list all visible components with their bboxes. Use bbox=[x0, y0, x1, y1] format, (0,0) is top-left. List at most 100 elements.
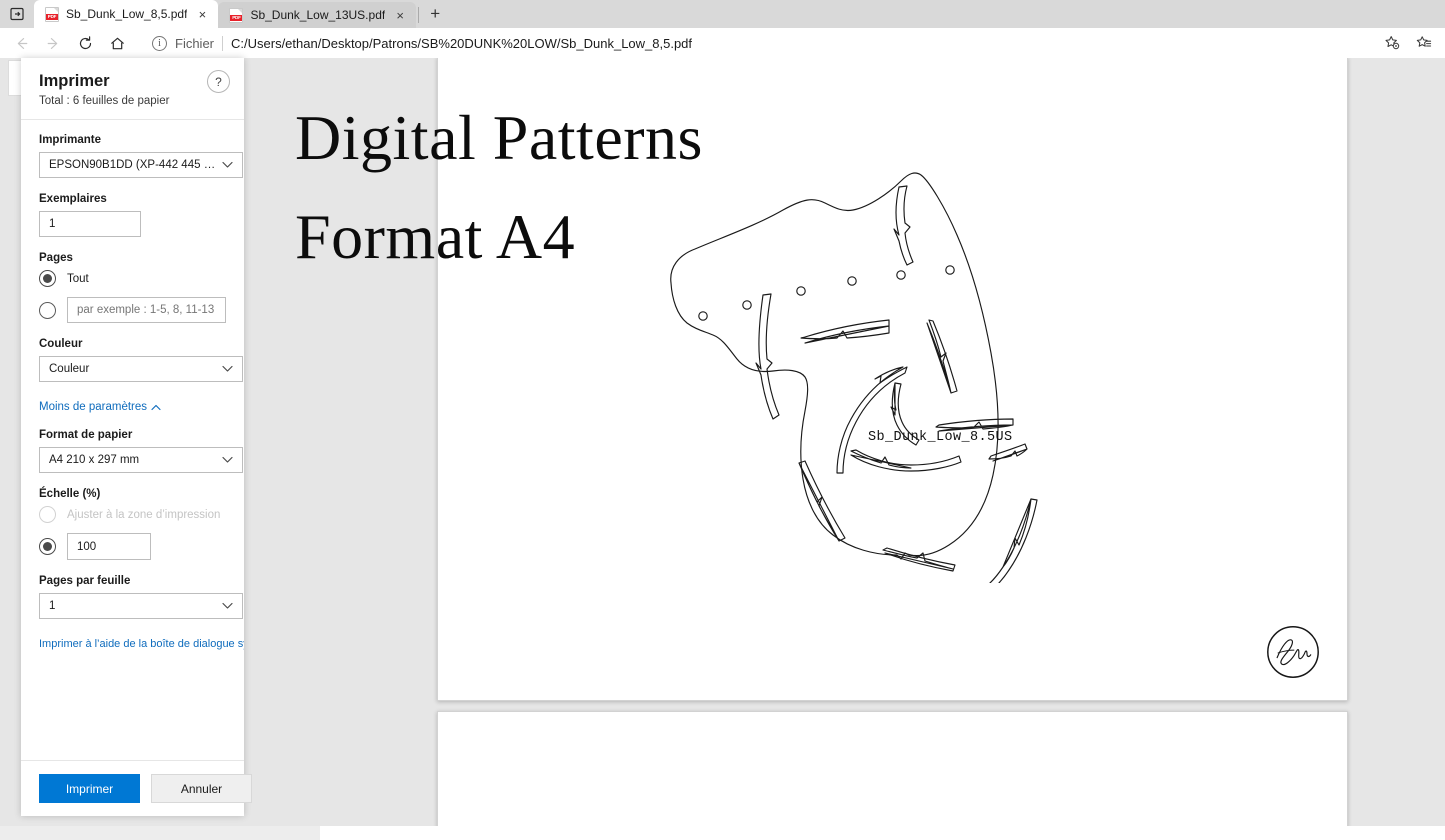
scale-fit-option[interactable]: Ajuster à la zone d’impression bbox=[39, 506, 226, 523]
color-value: Couleur bbox=[49, 363, 216, 375]
cancel-button[interactable]: Annuler bbox=[151, 774, 252, 803]
tab-strip: Sb_Dunk_Low_8,5.pdf × Sb_Dunk_Low_13US.p… bbox=[0, 0, 1445, 28]
shoe-pattern-drawing bbox=[653, 163, 1093, 583]
refresh-button[interactable] bbox=[70, 30, 100, 56]
window-bottom-strip-left bbox=[0, 826, 320, 840]
copies-input[interactable]: 1 bbox=[39, 211, 141, 237]
collections-icon bbox=[1415, 34, 1433, 52]
pages-range-option[interactable]: par exemple : 1-5, 8, 11-13 bbox=[39, 297, 226, 323]
fewer-settings-toggle[interactable]: Moins de paramètres bbox=[39, 401, 161, 413]
forward-button[interactable] bbox=[38, 30, 68, 56]
help-button[interactable]: ? bbox=[207, 70, 230, 93]
printer-label: Imprimante bbox=[39, 134, 226, 146]
scale-field: Échelle (%) Ajuster à la zone d’impressi… bbox=[39, 488, 226, 560]
printer-field: Imprimante EPSON90B1DD (XP-442 445 S... bbox=[39, 134, 226, 178]
scale-custom-value: 100 bbox=[77, 541, 96, 553]
background-element-sliver bbox=[8, 60, 22, 96]
toolbar-right-icons bbox=[1377, 30, 1439, 56]
printer-value: EPSON90B1DD (XP-442 445 S... bbox=[49, 159, 216, 171]
print-preview-area: Digital Patterns Format A4 bbox=[0, 58, 1445, 840]
pages-all-option[interactable]: Tout bbox=[39, 270, 226, 287]
paper-size-value: A4 210 x 297 mm bbox=[49, 454, 216, 466]
forward-arrow-icon bbox=[45, 35, 62, 52]
url-divider bbox=[222, 36, 223, 51]
signature-stamp-logo bbox=[1265, 624, 1321, 680]
tab-sb-dunk-low-85[interactable]: Sb_Dunk_Low_8,5.pdf × bbox=[34, 0, 218, 28]
site-info-icon[interactable]: i bbox=[152, 36, 167, 51]
tab-close-icon[interactable]: × bbox=[194, 6, 210, 22]
back-button[interactable] bbox=[6, 30, 36, 56]
copies-field: Exemplaires 1 bbox=[39, 193, 226, 237]
pages-per-sheet-value: 1 bbox=[49, 600, 216, 612]
print-dialog-header: Imprimer Total : 6 feuilles de papier ? bbox=[21, 58, 244, 120]
print-dialog-body: Imprimante EPSON90B1DD (XP-442 445 S... … bbox=[21, 120, 244, 760]
scale-fit-radio[interactable] bbox=[39, 506, 56, 523]
preview-page-2 bbox=[437, 711, 1348, 840]
print-dialog-title: Imprimer bbox=[39, 72, 228, 91]
paper-size-select[interactable]: A4 210 x 297 mm bbox=[39, 447, 243, 473]
document-heading-line1: Digital Patterns bbox=[295, 102, 703, 173]
tab-sb-dunk-low-13us[interactable]: Sb_Dunk_Low_13US.pdf × bbox=[218, 2, 416, 28]
scale-custom-radio[interactable] bbox=[39, 538, 56, 555]
sheet-total-text: Total : 6 feuilles de papier bbox=[39, 95, 228, 107]
document-heading: Digital Patterns Format A4 bbox=[295, 88, 703, 286]
chevron-down-icon bbox=[222, 161, 233, 169]
chevron-down-icon bbox=[222, 365, 233, 373]
scale-label: Échelle (%) bbox=[39, 488, 226, 500]
pages-per-sheet-select[interactable]: 1 bbox=[39, 593, 243, 619]
chevron-down-icon bbox=[222, 456, 233, 464]
document-heading-line2: Format A4 bbox=[295, 201, 575, 272]
tab-title: Sb_Dunk_Low_8,5.pdf bbox=[66, 7, 187, 21]
tab-close-icon[interactable]: × bbox=[392, 7, 408, 23]
chevron-up-icon bbox=[151, 404, 161, 411]
paper-size-field: Format de papier A4 210 x 297 mm bbox=[39, 429, 226, 473]
pages-range-radio[interactable] bbox=[39, 302, 56, 319]
copies-label: Exemplaires bbox=[39, 193, 226, 205]
pdf-file-icon bbox=[229, 8, 243, 23]
favorites-add-icon bbox=[1383, 34, 1401, 52]
print-dialog-footer: Imprimer Annuler bbox=[21, 760, 244, 816]
pattern-size-label: Sb_Dunk_Low_8.5US bbox=[868, 430, 1013, 445]
url-text[interactable]: C:/Users/ethan/Desktop/Patrons/SB%20DUNK… bbox=[231, 36, 692, 51]
tab-divider bbox=[418, 7, 419, 23]
pages-all-label: Tout bbox=[67, 273, 89, 285]
pages-per-sheet-label: Pages par feuille bbox=[39, 575, 226, 587]
print-button[interactable]: Imprimer bbox=[39, 774, 140, 803]
print-dialog: Imprimer Total : 6 feuilles de papier ? … bbox=[21, 58, 244, 816]
url-scheme-label: Fichier bbox=[175, 36, 214, 51]
chevron-down-icon bbox=[222, 602, 233, 610]
printer-select[interactable]: EPSON90B1DD (XP-442 445 S... bbox=[39, 152, 243, 178]
pages-per-sheet-field: Pages par feuille 1 bbox=[39, 575, 226, 619]
copies-value: 1 bbox=[49, 218, 55, 230]
pages-range-placeholder: par exemple : 1-5, 8, 11-13 bbox=[77, 304, 214, 316]
color-select[interactable]: Couleur bbox=[39, 356, 243, 382]
system-print-dialog-link[interactable]: Imprimer à l’aide de la boîte de dialogu… bbox=[39, 638, 244, 650]
scale-custom-option[interactable]: 100 bbox=[39, 533, 226, 560]
home-icon bbox=[109, 35, 126, 52]
pages-range-input[interactable]: par exemple : 1-5, 8, 11-13 bbox=[67, 297, 226, 323]
address-bar[interactable]: i Fichier C:/Users/ethan/Desktop/Patrons… bbox=[140, 30, 1369, 56]
scale-fit-label: Ajuster à la zone d’impression bbox=[67, 509, 220, 521]
refresh-icon bbox=[77, 35, 94, 52]
pages-all-radio[interactable] bbox=[39, 270, 56, 287]
fewer-settings-label: Moins de paramètres bbox=[39, 401, 147, 413]
tab-actions-button[interactable] bbox=[0, 0, 34, 28]
favorites-add-button[interactable] bbox=[1377, 30, 1407, 56]
browser-toolbar: i Fichier C:/Users/ethan/Desktop/Patrons… bbox=[0, 28, 1445, 58]
settings-toggle-row: Moins de paramètres bbox=[39, 397, 226, 415]
collections-button[interactable] bbox=[1409, 30, 1439, 56]
tab-actions-icon bbox=[9, 6, 25, 22]
preview-page-1: Digital PatternsFormat A4 bbox=[437, 58, 1348, 701]
new-tab-button[interactable]: + bbox=[421, 1, 449, 27]
pages-label: Pages bbox=[39, 252, 226, 264]
paper-size-label: Format de papier bbox=[39, 429, 226, 441]
back-arrow-icon bbox=[13, 35, 30, 52]
system-dialog-link-wrap: Imprimer à l’aide de la boîte de dialogu… bbox=[39, 634, 244, 652]
color-label: Couleur bbox=[39, 338, 226, 350]
browser-window: Sb_Dunk_Low_8,5.pdf × Sb_Dunk_Low_13US.p… bbox=[0, 0, 1445, 840]
color-field: Couleur Couleur bbox=[39, 338, 226, 382]
home-button[interactable] bbox=[102, 30, 132, 56]
scale-custom-input[interactable]: 100 bbox=[67, 533, 151, 560]
pdf-file-icon bbox=[45, 7, 59, 22]
tab-title: Sb_Dunk_Low_13US.pdf bbox=[250, 8, 385, 22]
